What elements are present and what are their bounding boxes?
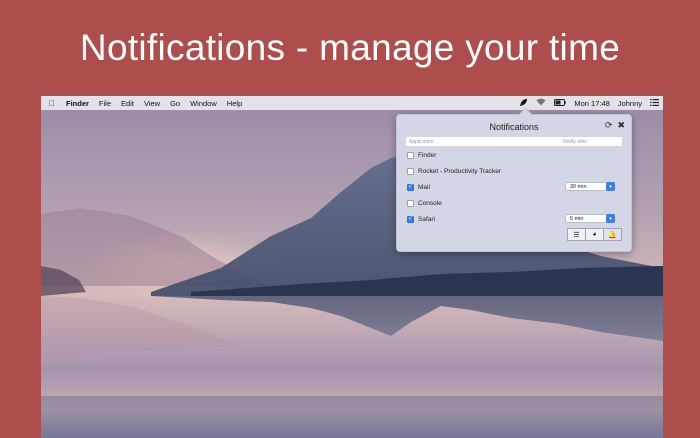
view-switcher: ☰ ◕ 🔔 [567, 228, 622, 241]
notify-after-select-safari[interactable]: 5 min ▾ [565, 214, 615, 223]
column-application: Application [409, 138, 434, 145]
checkbox-console[interactable] [407, 199, 414, 207]
app-name: Safari [418, 215, 435, 223]
menu-file[interactable]: File [94, 99, 116, 108]
wifi-icon[interactable] [532, 98, 550, 108]
panel-actions: ⟳ ✖ [605, 120, 625, 131]
app-row-mail[interactable]: ✓ Mail 30 min ▾ [407, 181, 623, 193]
app-name: Finder [418, 151, 437, 159]
app-row-console[interactable]: Console [407, 197, 623, 209]
menu-finder[interactable]: Finder [61, 99, 94, 108]
table-header: Application Notify after [406, 137, 622, 146]
list-view-icon[interactable]: ☰ [567, 228, 586, 241]
app-name: Mail [418, 183, 430, 191]
menubar-status-area: Mon 17:48 Johnny [515, 98, 663, 109]
list-icon[interactable] [646, 98, 663, 108]
select-value: 5 min [570, 215, 584, 222]
user-name[interactable]: Johnny [614, 99, 646, 108]
headline: Notifications - manage your time [79, 27, 621, 68]
close-icon[interactable]: ✖ [617, 120, 625, 131]
menu-edit[interactable]: Edit [116, 99, 139, 108]
column-notify-after: Notify after [563, 138, 588, 145]
refresh-icon[interactable]: ⟳ [605, 120, 613, 131]
panel-title: Notifications [489, 122, 539, 132]
bell-icon[interactable]: 🔔 [603, 228, 622, 241]
chevron-down-icon[interactable]: ▾ [606, 214, 615, 223]
menu-view[interactable]: View [139, 99, 165, 108]
checkbox-rocket[interactable] [407, 167, 414, 175]
battery-icon[interactable] [550, 98, 570, 108]
checkbox-finder[interactable] [407, 151, 414, 159]
app-row-rocket[interactable]: Rocket - Productivity Tracker [407, 165, 623, 177]
menu-window[interactable]: Window [185, 99, 222, 108]
checkbox-mail[interactable]: ✓ [407, 183, 414, 191]
desktop-screenshot:  Finder File Edit View Go Window Help M… [41, 96, 663, 438]
app-row-finder[interactable]: Finder [407, 149, 623, 161]
chevron-down-icon[interactable]: ▾ [606, 182, 615, 191]
menu-help[interactable]: Help [222, 99, 247, 108]
app-name: Console [418, 199, 442, 207]
notify-after-select-mail[interactable]: 30 min ▾ [565, 182, 615, 191]
pie-chart-icon[interactable]: ◕ [585, 228, 604, 241]
app-name: Rocket - Productivity Tracker [418, 167, 502, 175]
select-value: 30 min [570, 183, 587, 190]
checkbox-safari[interactable]: ✓ [407, 215, 414, 223]
mac-menubar:  Finder File Edit View Go Window Help M… [41, 96, 663, 110]
apple-icon[interactable]:  [41, 99, 61, 108]
app-row-safari[interactable]: ✓ Safari 5 min ▾ [407, 213, 623, 225]
rocket-icon[interactable] [515, 98, 532, 109]
menu-go[interactable]: Go [165, 99, 185, 108]
notifications-popover: Notifications ⟳ ✖ Application Notify aft… [396, 107, 632, 252]
clock[interactable]: Mon 17:48 [570, 99, 613, 108]
